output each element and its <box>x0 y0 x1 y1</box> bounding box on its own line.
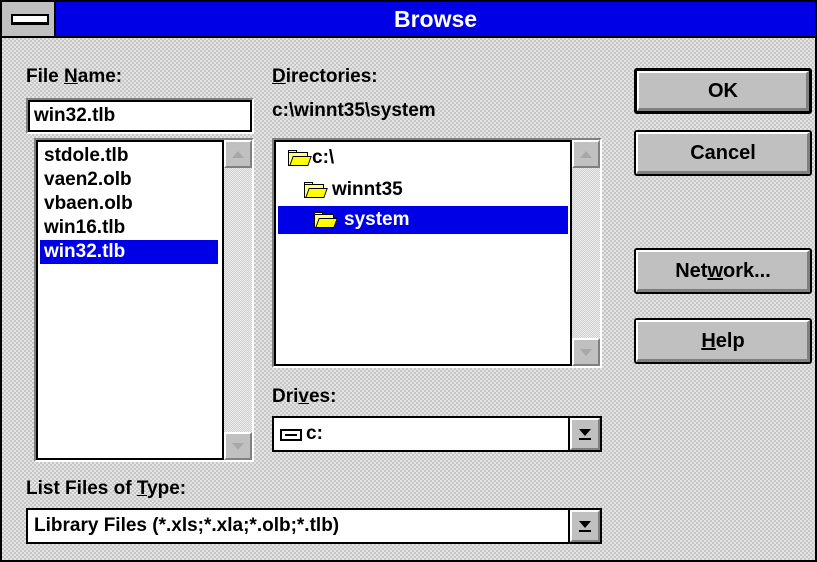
system-menu-icon <box>11 14 49 25</box>
file-item-win16[interactable]: win16.tlb <box>40 216 129 240</box>
open-folder-icon <box>288 150 312 166</box>
file-type-dropdown-button[interactable] <box>568 510 600 542</box>
file-name-label: File Name: <box>26 66 123 87</box>
file-type-dropdown[interactable]: Library Files (*.xls;*.xla;*.olb;*.tlb) <box>26 508 602 544</box>
dir-item-system-selected[interactable]: system <box>278 206 568 234</box>
help-button[interactable]: Help <box>634 318 812 364</box>
drives-dropdown[interactable]: c: <box>272 416 602 452</box>
ok-button[interactable]: OK <box>634 68 812 114</box>
open-folder-icon <box>314 212 338 228</box>
cancel-button[interactable]: Cancel <box>634 130 812 176</box>
file-list[interactable]: stdole.tlb vaen2.olb vbaen.olb win16.tlb… <box>34 138 254 462</box>
scroll-up-button[interactable] <box>224 140 252 168</box>
open-folder-icon <box>304 182 328 198</box>
down-arrow-icon <box>232 442 244 450</box>
file-name-value: win32.tlb <box>34 105 116 126</box>
file-item-win32-selected[interactable]: win32.tlb <box>40 240 218 264</box>
scroll-down-button[interactable] <box>224 432 252 460</box>
file-item-vbaen[interactable]: vbaen.olb <box>40 192 137 216</box>
directory-list-scrollbar[interactable] <box>570 140 600 366</box>
scroll-down-button[interactable] <box>572 338 600 366</box>
dropdown-arrow-icon <box>579 520 591 528</box>
current-directory-path: c:\winnt35\system <box>272 100 436 121</box>
scroll-up-button[interactable] <box>572 140 600 168</box>
file-type-value: Library Files (*.xls;*.xla;*.olb;*.tlb) <box>34 515 340 536</box>
up-arrow-icon <box>580 150 592 158</box>
file-name-input[interactable]: win32.tlb <box>26 98 254 134</box>
directory-list[interactable]: c:\ winnt35 system <box>272 138 602 368</box>
down-arrow-icon <box>580 348 592 356</box>
drive-icon <box>280 429 302 441</box>
dir-item-winnt35[interactable]: winnt35 <box>332 178 403 202</box>
drives-value: c: <box>306 423 323 444</box>
up-arrow-icon <box>232 150 244 158</box>
file-type-label: List Files of Type: <box>26 478 187 499</box>
dir-item-root[interactable]: c:\ <box>312 146 334 170</box>
file-item-vaen2[interactable]: vaen2.olb <box>40 168 136 192</box>
directories-label: Directories: <box>272 66 378 87</box>
drives-dropdown-button[interactable] <box>568 418 600 450</box>
network-button[interactable]: Network... <box>634 248 812 294</box>
drives-label: Drives: <box>272 386 337 407</box>
dropdown-arrow-icon <box>579 428 591 436</box>
dir-item-system-label: system <box>344 209 410 230</box>
browse-dialog: Browse File Name: win32.tlb stdole.tlb v… <box>0 0 817 562</box>
file-list-scrollbar[interactable] <box>222 140 252 460</box>
system-menu-button[interactable] <box>2 2 56 36</box>
window-title: Browse <box>393 6 478 32</box>
title-bar: Browse <box>2 2 815 38</box>
file-item-stdole[interactable]: stdole.tlb <box>40 144 132 168</box>
